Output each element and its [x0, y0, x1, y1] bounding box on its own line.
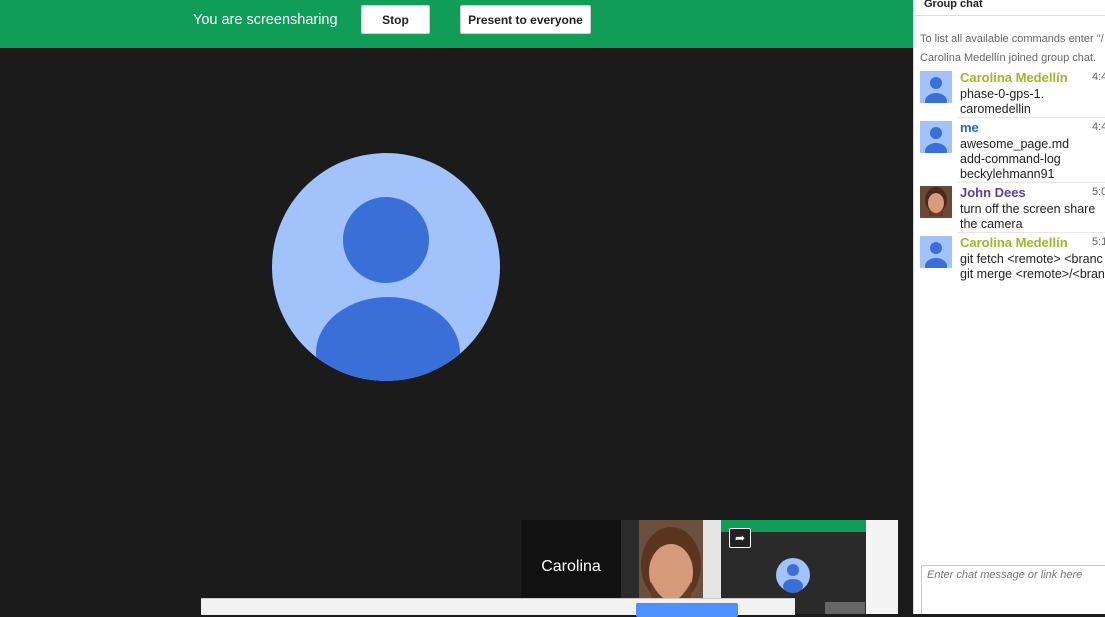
divider	[958, 232, 1105, 233]
stop-screenshare-button[interactable]: Stop	[361, 5, 430, 34]
chat-text: the camera	[960, 217, 1023, 231]
chat-text: git fetch <remote> <branc	[960, 252, 1103, 266]
divider	[914, 15, 1105, 16]
chat-text: phase-0-gps-1.	[960, 87, 1045, 101]
share-screen-icon[interactable]: ➦	[729, 528, 751, 548]
user-photo-avatar	[920, 186, 952, 218]
screenshare-message: You are screensharing	[193, 12, 338, 28]
divider	[958, 117, 1105, 118]
chat-text: add-command-log	[960, 152, 1061, 166]
default-user-avatar-icon	[920, 71, 952, 103]
chat-author: me	[960, 120, 979, 135]
chat-time: 4:4	[1092, 71, 1105, 83]
main-participant-avatar-icon	[272, 153, 500, 381]
filmstrip-participant-name: Carolina	[541, 558, 601, 575]
notification-action-button[interactable]	[636, 603, 738, 617]
chat-system-help: To list all available commands enter "/	[920, 33, 1104, 45]
chat-text: awesome_page.md	[960, 137, 1070, 151]
group-chat-panel: Group chat To list all available command…	[913, 0, 1105, 614]
chat-time: 5:0	[1092, 186, 1105, 198]
chat-text: git merge <remote>/<bran	[960, 267, 1105, 281]
chat-text: caromedellin	[960, 102, 1031, 116]
chat-author: John Dees	[960, 185, 1026, 200]
divider	[958, 182, 1105, 183]
screenshare-banner: You are screensharing Stop Present to ev…	[0, 0, 913, 48]
chat-panel-title: Group chat	[924, 0, 983, 10]
present-to-everyone-button[interactable]: Present to everyone	[460, 5, 591, 34]
chat-system-joined: Carolina Medellín joined group chat.	[920, 52, 1097, 64]
chat-author: Carolina Medellín	[960, 70, 1068, 85]
default-user-avatar-icon	[920, 121, 952, 153]
bottom-notification-bar	[201, 598, 795, 617]
default-user-avatar-icon	[920, 236, 952, 268]
chat-time: 5:1	[1092, 236, 1105, 248]
chat-time: 4:4	[1092, 121, 1105, 133]
chat-text: beckylehmann91	[960, 167, 1055, 181]
chat-text: turn off the screen share	[960, 202, 1096, 216]
chat-message-input[interactable]	[921, 565, 1105, 614]
chat-author: Carolina Medellín	[960, 235, 1068, 250]
